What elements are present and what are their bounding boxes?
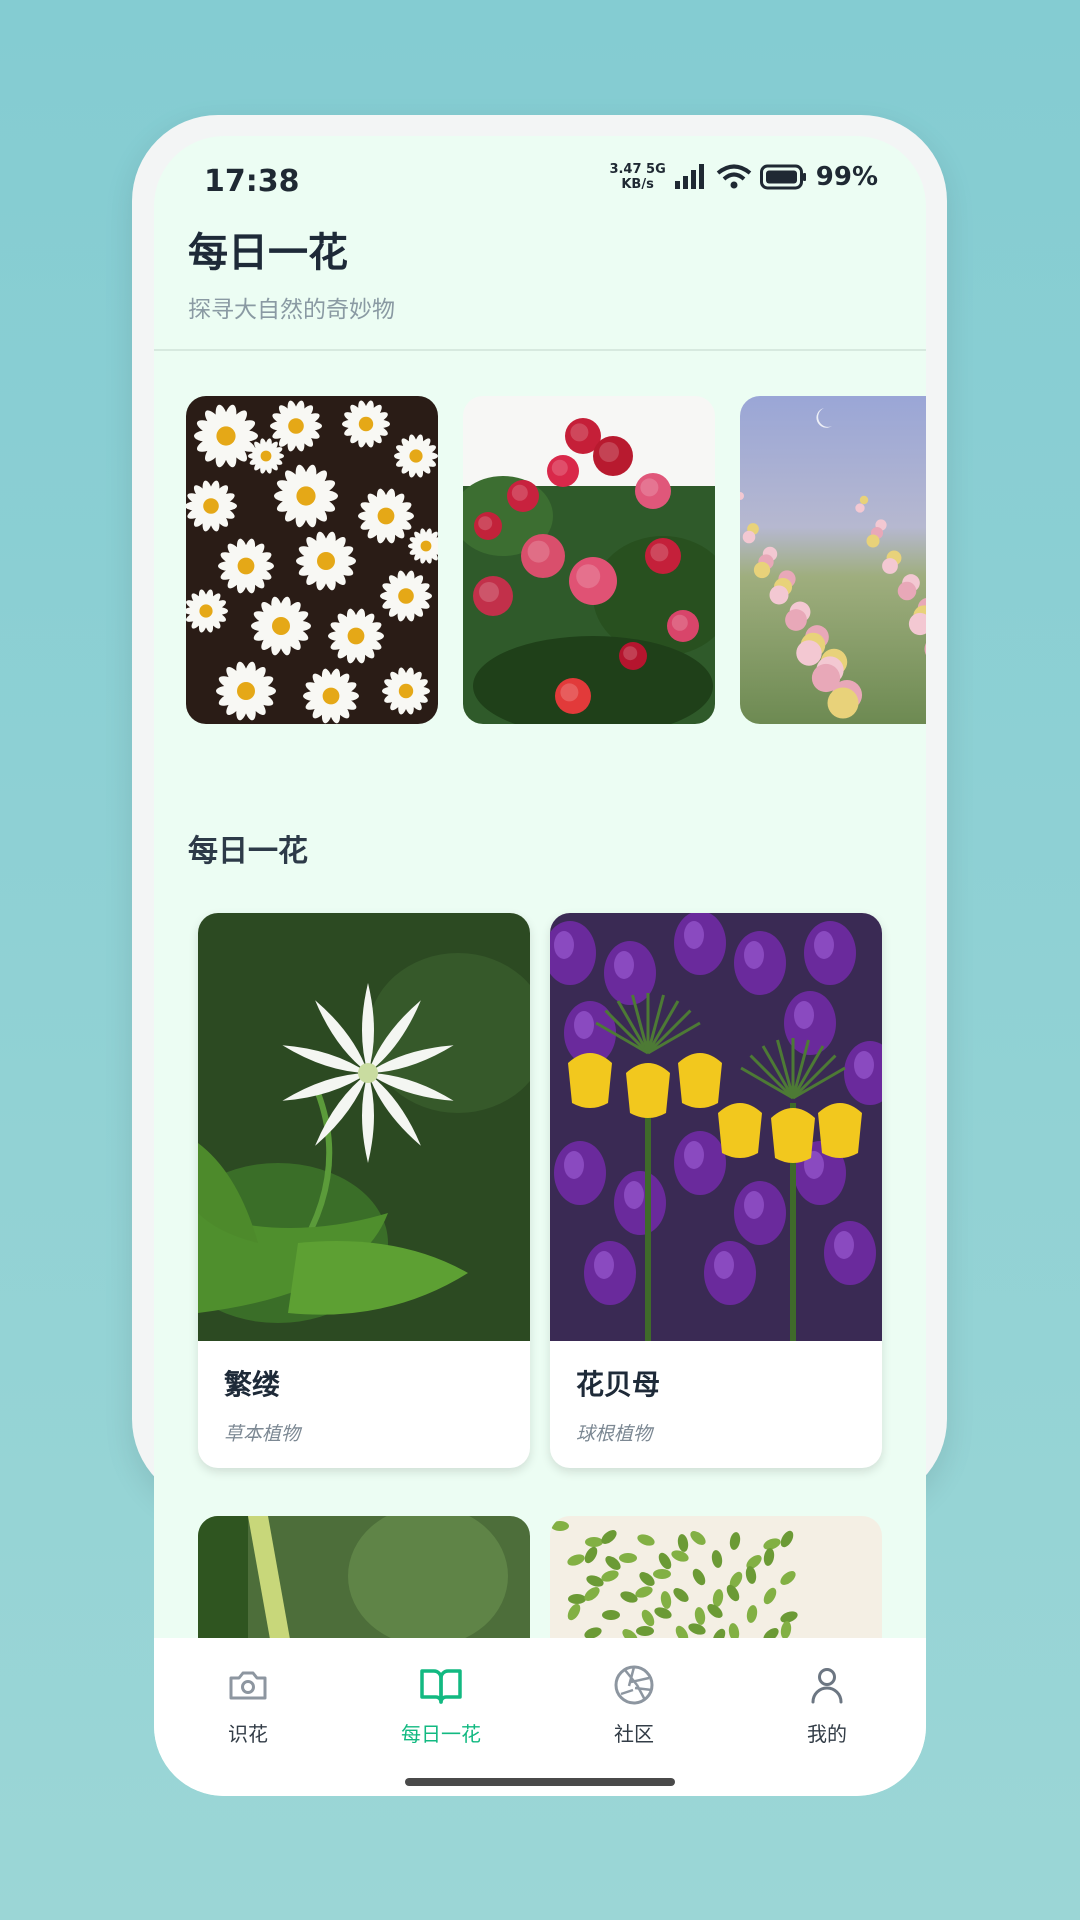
network-speed-unit: KB/s bbox=[621, 177, 654, 192]
nav-item-community[interactable]: 社区 bbox=[564, 1662, 704, 1747]
network-speed: 3.47 5G KB/s bbox=[609, 162, 665, 192]
card-type: 球根植物 bbox=[576, 1423, 653, 1445]
flower-card-chickweed[interactable]: 繁缕 草本植物 bbox=[198, 913, 530, 1468]
status-bar: 17:38 3.47 5G KB/s 99% bbox=[154, 136, 926, 226]
camera-icon bbox=[229, 1671, 267, 1700]
card-type: 草本植物 bbox=[224, 1423, 301, 1445]
card-name: 繁缕 bbox=[224, 1368, 281, 1401]
network-type: 5G bbox=[646, 162, 666, 177]
page-title: 每日一花 bbox=[188, 230, 348, 276]
header-divider bbox=[154, 349, 926, 351]
battery-icon bbox=[759, 164, 806, 190]
status-icons: 3.47 5G KB/s 99% bbox=[609, 162, 878, 192]
status-time: 17:38 bbox=[204, 164, 300, 199]
aperture-icon bbox=[614, 1665, 654, 1705]
page-subtitle: 探寻大自然的奇妙物 bbox=[188, 297, 395, 323]
flower-carousel[interactable] bbox=[186, 396, 926, 726]
flower-card-partial-right[interactable] bbox=[550, 1516, 882, 1656]
card-info: 繁缕 草本植物 bbox=[198, 1341, 530, 1468]
phone-screen: 17:38 3.47 5G KB/s 99% 每日一花 探寻大自然的奇妙物 每日… bbox=[154, 136, 926, 1796]
user-icon bbox=[811, 1668, 843, 1704]
home-indicator[interactable] bbox=[405, 1778, 675, 1786]
wifi-icon bbox=[716, 164, 752, 189]
carousel-card-rose-field[interactable] bbox=[740, 396, 926, 724]
nav-label: 社区 bbox=[614, 1722, 654, 1746]
red-roses-photo bbox=[463, 396, 715, 724]
bottom-nav: 识花 每日一花 社区 我的 bbox=[154, 1638, 926, 1796]
carousel-card-roses[interactable] bbox=[463, 396, 715, 724]
crown-imperial-fritillary-photo bbox=[550, 913, 882, 1341]
white-daisies-photo bbox=[186, 396, 438, 724]
green-stem-photo bbox=[198, 1516, 530, 1656]
flower-card-fritillary[interactable]: 花贝母 球根植物 bbox=[550, 913, 882, 1468]
nav-label: 我的 bbox=[807, 1722, 847, 1746]
section-title: 每日一花 bbox=[188, 834, 308, 869]
battery-percentage: 99% bbox=[815, 162, 878, 192]
cellular-signal-icon bbox=[674, 164, 704, 189]
nav-label: 每日一花 bbox=[401, 1722, 481, 1746]
open-book-icon bbox=[420, 1669, 462, 1704]
nav-label: 识花 bbox=[228, 1722, 268, 1746]
card-info: 花贝母 球根植物 bbox=[550, 1341, 882, 1468]
nav-item-identify[interactable]: 识花 bbox=[178, 1662, 318, 1747]
nav-item-profile[interactable]: 我的 bbox=[757, 1662, 897, 1747]
white-star-flower-photo bbox=[198, 913, 530, 1341]
flower-card-partial-left[interactable] bbox=[198, 1516, 530, 1656]
pink-rose-field-photo bbox=[740, 396, 926, 724]
card-name: 花贝母 bbox=[576, 1368, 661, 1401]
nav-item-daily-flower[interactable]: 每日一花 bbox=[371, 1662, 511, 1747]
page-header: 每日一花 探寻大自然的奇妙物 bbox=[188, 220, 395, 324]
network-speed-value: 3.47 bbox=[609, 162, 642, 177]
carousel-card-daisies[interactable] bbox=[186, 396, 438, 724]
potted-shrub-photo bbox=[550, 1516, 882, 1656]
